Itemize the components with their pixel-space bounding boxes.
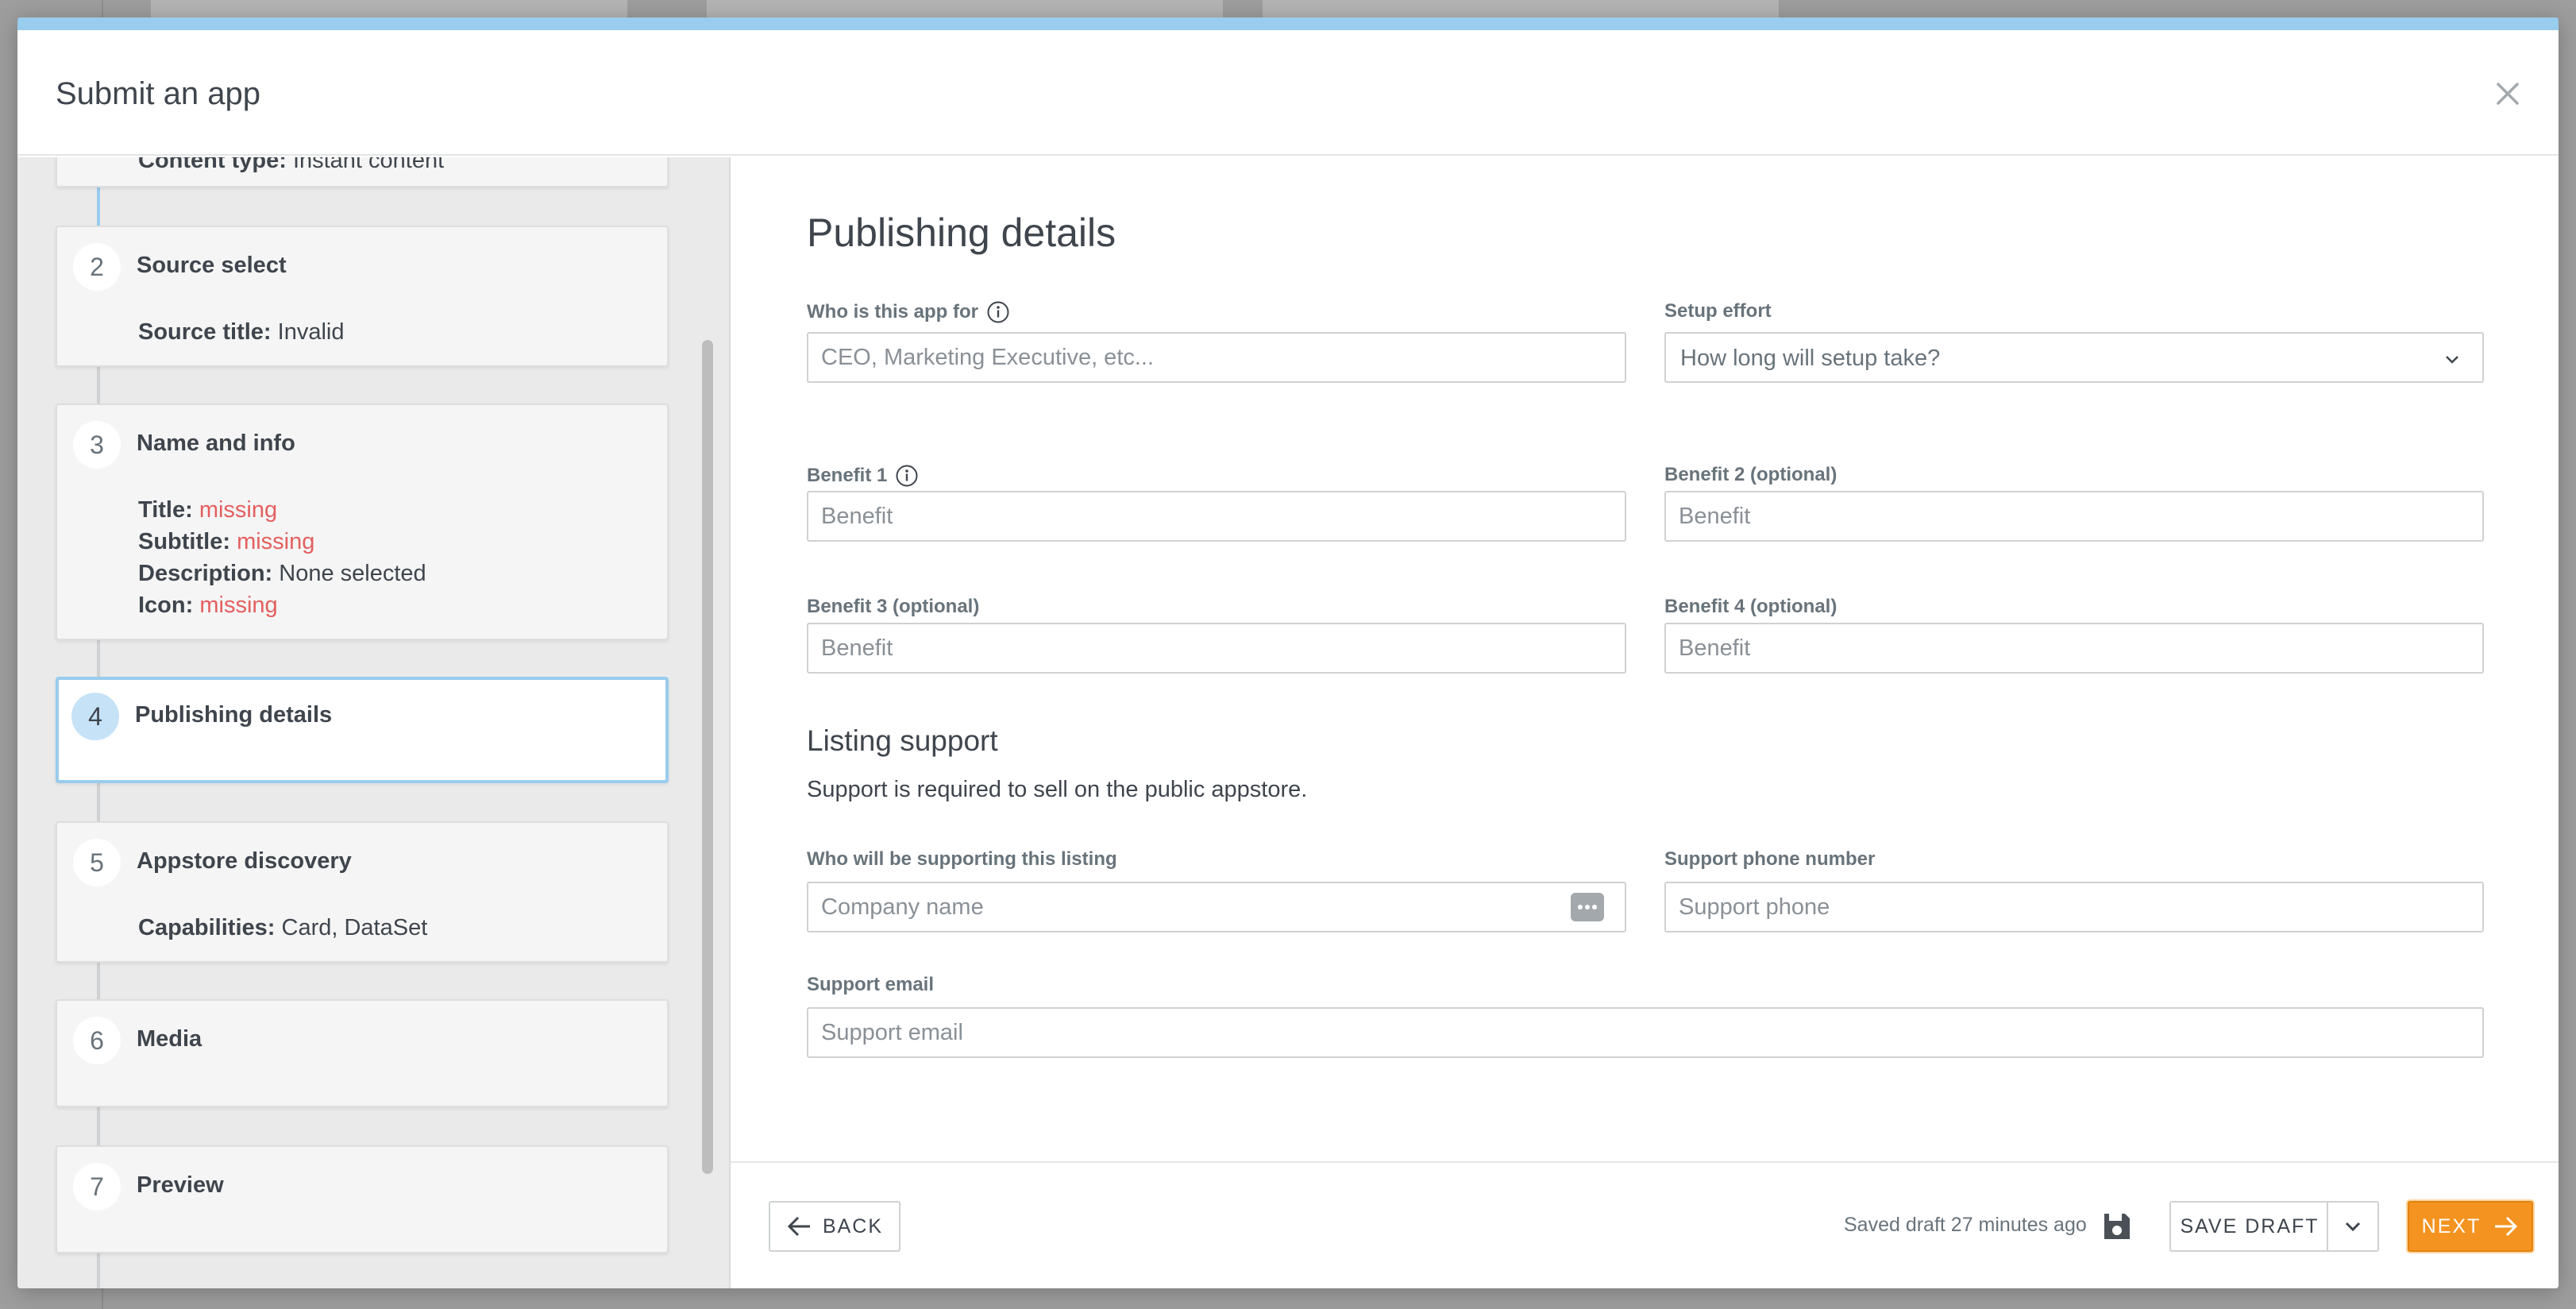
save-draft-button[interactable]: SAVE DRAFT	[2169, 1201, 2328, 1252]
save-icon[interactable]	[2101, 1211, 2133, 1242]
step-card-source-select[interactable]: 2 Source select Source title: Invalid	[56, 226, 669, 367]
more-icon[interactable]	[1571, 893, 1604, 921]
back-label: BACK	[822, 1214, 884, 1238]
benefit3-label: Benefit 3 (optional)	[807, 596, 980, 617]
background-strip	[707, 0, 1223, 17]
submit-app-modal: Submit an app Content type: Instant cont…	[17, 17, 2559, 1288]
step-detail: Description: None selected	[138, 561, 426, 587]
detail-key: Title:	[138, 497, 193, 523]
step-number: 7	[73, 1163, 121, 1211]
detail-value: missing	[199, 497, 278, 523]
detail-key: Source title:	[138, 319, 272, 345]
step-title: Publishing details	[135, 702, 333, 728]
benefit1-label-text: Benefit 1	[807, 465, 888, 486]
benefit1-label: Benefit 1	[807, 464, 919, 488]
step-detail: Content type: Instant content	[138, 157, 444, 174]
setup-effort-select[interactable]: How long will setup take?	[1664, 332, 2484, 383]
save-draft-label: SAVE DRAFT	[2180, 1214, 2320, 1238]
next-label: NEXT	[2421, 1214, 2482, 1238]
detail-key: Subtitle:	[138, 529, 230, 554]
who-for-input[interactable]	[807, 332, 1626, 383]
support-email-label: Support email	[807, 974, 935, 995]
detail-key: Description:	[138, 561, 273, 586]
info-icon[interactable]	[895, 464, 919, 488]
step-number: 4	[71, 693, 119, 740]
close-icon	[2497, 83, 2519, 105]
benefit2-label: Benefit 2 (optional)	[1664, 464, 1838, 485]
benefit4-input[interactable]	[1664, 623, 2484, 674]
page-title: Publishing details	[807, 210, 1116, 255]
step-title: Source select	[137, 253, 287, 278]
step-card-media[interactable]: 6 Media	[56, 999, 669, 1107]
support-phone-label: Support phone number	[1664, 848, 1876, 870]
benefit1-input[interactable]	[807, 491, 1626, 542]
setup-effort-value: How long will setup take?	[1680, 346, 1941, 371]
supporter-label: Who will be supporting this listing	[807, 848, 1117, 870]
arrow-right-icon	[2495, 1216, 2518, 1237]
step-card-appstore-discovery[interactable]: 5 Appstore discovery Capabilities: Card,…	[56, 821, 669, 963]
step-title: Appstore discovery	[137, 848, 352, 874]
modal-accent-bar	[17, 17, 2559, 30]
step-card-publishing-details[interactable]: 4 Publishing details	[56, 677, 669, 783]
setup-effort-label: Setup effort	[1664, 300, 1772, 322]
step-number: 5	[73, 839, 121, 886]
modal-title: Submit an app	[56, 76, 260, 111]
step-title: Preview	[137, 1172, 224, 1198]
step-detail: Icon: missing	[138, 593, 278, 619]
detail-value: missing	[199, 593, 278, 618]
detail-key: Capabilities:	[138, 915, 276, 940]
step-number: 2	[73, 243, 121, 291]
modal-header: Submit an app	[17, 30, 2559, 156]
benefit3-input[interactable]	[807, 623, 1626, 674]
info-icon[interactable]	[986, 300, 1010, 324]
detail-value: None selected	[279, 561, 426, 586]
arrow-left-icon	[787, 1216, 810, 1237]
benefit4-label: Benefit 4 (optional)	[1664, 596, 1838, 617]
step-card-content-type[interactable]: Content type: Instant content	[56, 157, 669, 187]
publishing-details-form: Publishing details Who is this app for S…	[731, 157, 2559, 1161]
modal-footer: BACK Saved draft 27 minutes ago SAVE DRA…	[731, 1161, 2559, 1288]
next-button[interactable]: NEXT	[2408, 1201, 2533, 1252]
chevron-down-icon	[2345, 1222, 2361, 1232]
step-detail: Source title: Invalid	[138, 319, 344, 346]
who-for-label: Who is this app for	[807, 300, 1010, 324]
detail-value: Instant content	[292, 157, 445, 173]
detail-key: Icon:	[138, 593, 194, 618]
support-email-input[interactable]	[807, 1007, 2484, 1058]
step-title: Name and info	[137, 431, 295, 456]
step-title: Media	[137, 1026, 202, 1052]
support-phone-input[interactable]	[1664, 882, 2484, 933]
supporter-input[interactable]	[807, 882, 1626, 933]
listing-support-title: Listing support	[807, 724, 998, 757]
detail-value: Invalid	[277, 319, 345, 345]
back-button[interactable]: BACK	[769, 1201, 900, 1252]
background-strip	[151, 0, 627, 17]
who-for-label-text: Who is this app for	[807, 301, 978, 322]
step-number: 6	[73, 1017, 121, 1064]
step-card-name-and-info[interactable]: 3 Name and info Title: missing Subtitle:…	[56, 404, 669, 640]
save-draft-menu-button[interactable]	[2327, 1201, 2379, 1252]
step-detail: Subtitle: missing	[138, 529, 314, 555]
steps-sidebar: Content type: Instant content 2 Source s…	[17, 157, 731, 1288]
detail-key: Content type:	[138, 157, 287, 173]
detail-value: missing	[237, 529, 315, 554]
detail-value: Card, DataSet	[281, 915, 428, 940]
step-detail: Capabilities: Card, DataSet	[138, 915, 427, 941]
close-button[interactable]	[2489, 75, 2527, 113]
step-card-preview[interactable]: 7 Preview	[56, 1145, 669, 1253]
sidebar-scrollbar[interactable]	[702, 340, 713, 1174]
saved-draft-status: Saved draft 27 minutes ago	[1844, 1214, 2087, 1236]
step-detail: Title: missing	[138, 497, 277, 523]
background-strip	[1263, 0, 1779, 17]
chevron-down-icon	[2446, 356, 2458, 364]
listing-support-helper: Support is required to sell on the publi…	[807, 777, 1308, 802]
benefit2-input[interactable]	[1664, 491, 2484, 542]
step-number: 3	[73, 421, 121, 469]
